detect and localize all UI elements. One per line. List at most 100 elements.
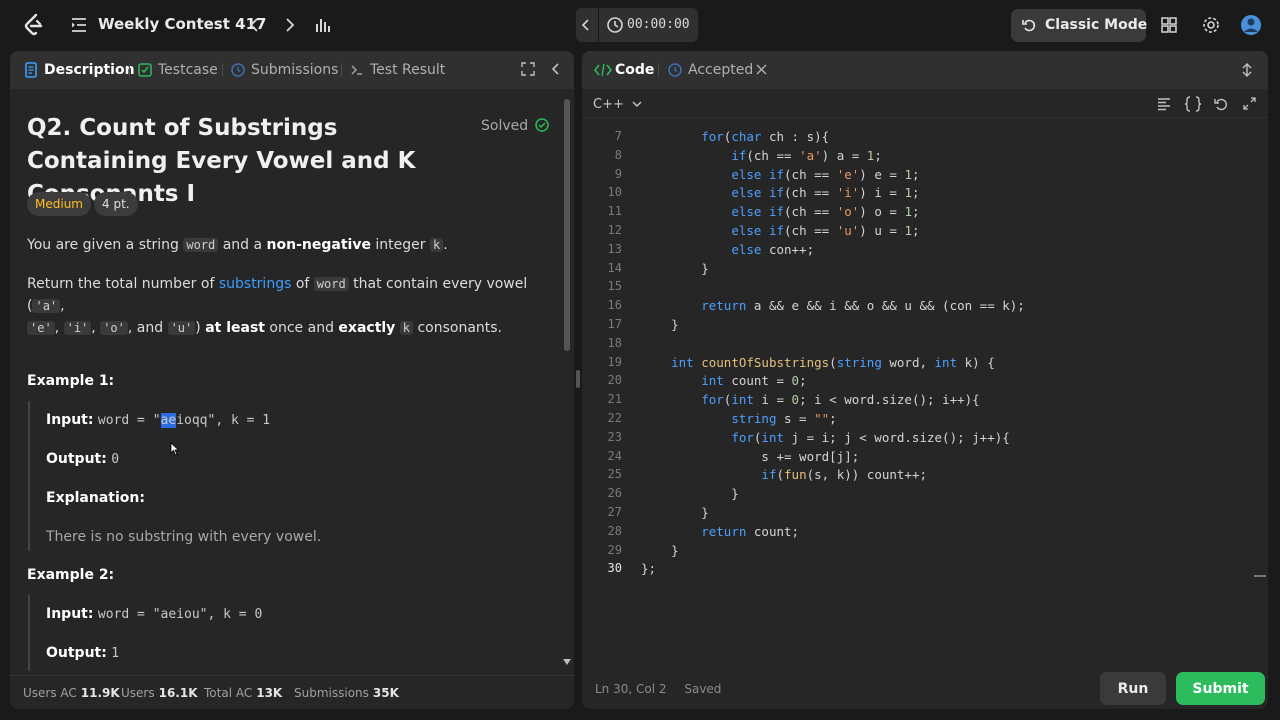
example-2-heading: Example 2: [27,567,115,583]
ranking-chart-icon[interactable] [314,16,332,34]
submit-button[interactable]: Submit [1176,672,1265,705]
right-tab-bar: Code Accepted [582,51,1268,89]
code-line[interactable]: return a && e && i && o && u && (con == … [641,298,1025,313]
example-2-border [28,595,30,671]
scroll-down-arrow-icon[interactable] [563,659,571,665]
code-line[interactable]: } [641,317,679,332]
panel-resize-handle[interactable] [576,370,580,388]
line-number: 28 [607,523,622,538]
code-line[interactable]: } [641,261,709,276]
classic-mode-label: Classic Mode [1045,17,1148,33]
code-line[interactable]: else if(ch == 'u') u = 1; [641,223,919,238]
code-line[interactable]: }; [641,561,656,576]
line-number: 23 [607,429,622,444]
solved-check-icon [534,118,549,132]
line-number: 21 [607,392,622,407]
next-problem-icon[interactable] [282,16,298,34]
tab-code[interactable]: Code [615,62,654,78]
code-line[interactable]: else if(ch == 'e') e = 1; [641,167,919,182]
line-number: 20 [607,373,622,388]
solved-status: Solved [481,118,549,134]
fullscreen-icon[interactable] [1243,97,1256,110]
points-badge: 4 pt. [94,192,138,216]
stopwatch-icon[interactable] [606,16,624,34]
tab-description[interactable]: Description [44,62,135,78]
close-tab-icon[interactable] [756,64,767,75]
code-line[interactable]: if(fun(s, k)) count++; [641,467,927,482]
code-line[interactable]: for(int j = i; j < word.size(); j++){ [641,430,1009,445]
chevron-down-icon [632,101,642,107]
tab-testcase[interactable]: Testcase [158,62,218,78]
code-line[interactable]: else con++; [641,242,814,257]
tab-test-result[interactable]: Test Result [370,62,445,78]
run-button[interactable]: Run [1100,672,1166,705]
undo-mode-icon [1022,19,1036,32]
code-line[interactable]: string s = ""; [641,411,836,426]
example-1-explanation-label: Explanation: [46,490,145,506]
code-line[interactable]: int countOfSubstrings(string word, int k… [641,355,995,370]
line-number: 29 [607,542,622,557]
problem-list-icon[interactable] [70,16,88,34]
mouse-cursor-icon [170,442,180,456]
stat-total-ac: Total AC 13K [204,686,283,700]
line-number: 24 [607,448,622,463]
example-1-border [28,401,30,551]
example-1-explanation: There is no substring with every vowel. [46,529,322,545]
user-avatar-icon[interactable] [1240,14,1262,36]
save-status: Saved [684,682,722,696]
collapse-panel-icon[interactable] [550,62,562,76]
line-number: 22 [607,411,622,425]
tab-accepted[interactable]: Accepted [688,62,753,78]
accepted-history-icon [668,63,682,77]
maximize-panel-icon[interactable] [1241,63,1253,77]
left-tab-bar: Description Testcase Submissions Test Re… [10,51,574,89]
code-line[interactable]: int count = 0; [641,373,806,388]
substrings-link[interactable]: substrings [219,276,292,292]
prev-problem-icon[interactable] [246,16,262,34]
top-bar: Weekly Contest 417 00:00:00 Classic Mode [0,0,1280,50]
format-code-icon[interactable] [1157,97,1171,111]
collapse-timer-icon[interactable] [580,17,592,33]
code-line[interactable]: return count; [641,524,799,539]
code-line[interactable]: } [641,486,739,501]
curly-braces-icon[interactable] [1184,96,1202,112]
stat-submissions: Submissions 35K [294,686,399,700]
code-line[interactable]: else if(ch == 'o') o = 1; [641,204,919,219]
line-number: 26 [607,486,622,501]
difficulty-badge: Medium [27,192,91,216]
line-number: 17 [607,317,622,331]
stat-users-ac: Users AC 11.9K [23,686,120,700]
line-number: 16 [607,298,622,313]
leetcode-logo-icon[interactable] [22,13,44,37]
settings-gear-icon[interactable] [1201,15,1221,35]
example-2-output: Output: 1 [46,645,120,661]
reset-code-icon[interactable] [1214,97,1228,111]
code-line[interactable]: for(char ch : s){ [641,129,829,144]
code-line[interactable]: s += word[j]; [641,449,859,464]
code-line[interactable]: else if(ch == 'i') i = 1; [641,185,919,200]
problem-statement-2: Return the total number of substrings of… [27,276,528,336]
code-panel: Code Accepted C++ 7 8 9 10 11 12 13 14 15 16 17 18 1… [582,51,1268,709]
code-line[interactable]: if(ch == 'a') a = 1; [641,148,882,163]
contest-title[interactable]: Weekly Contest 417 [98,15,266,33]
line-number: 19 [607,354,622,369]
line-number: 14 [607,260,622,275]
expand-panel-icon[interactable] [521,62,535,76]
problem-title: Q2. Count of Substrings Containing Every… [27,115,416,207]
description-scrollbar[interactable] [564,99,570,351]
editor-status: Ln 30, Col 2 Saved [595,682,721,696]
code-line[interactable]: for(int i = 0; i < word.size(); i++){ [641,392,979,407]
description-panel: Description Testcase Submissions Test Re… [10,51,574,709]
solved-label: Solved [481,118,529,134]
tab-submissions[interactable]: Submissions [251,62,338,78]
line-number: 30 [607,561,622,576]
code-line[interactable]: } [641,505,709,520]
stat-users: Users 16.1K [121,686,198,700]
submissions-history-icon [231,63,245,77]
language-selector[interactable]: C++ [593,97,642,112]
line-number: 8 [614,147,622,162]
code-line[interactable]: } [641,543,679,558]
problem-statement-1: You are given a string word and a non-ne… [27,237,448,253]
line-number: 15 [607,279,622,294]
layout-grid-icon[interactable] [1160,16,1178,34]
